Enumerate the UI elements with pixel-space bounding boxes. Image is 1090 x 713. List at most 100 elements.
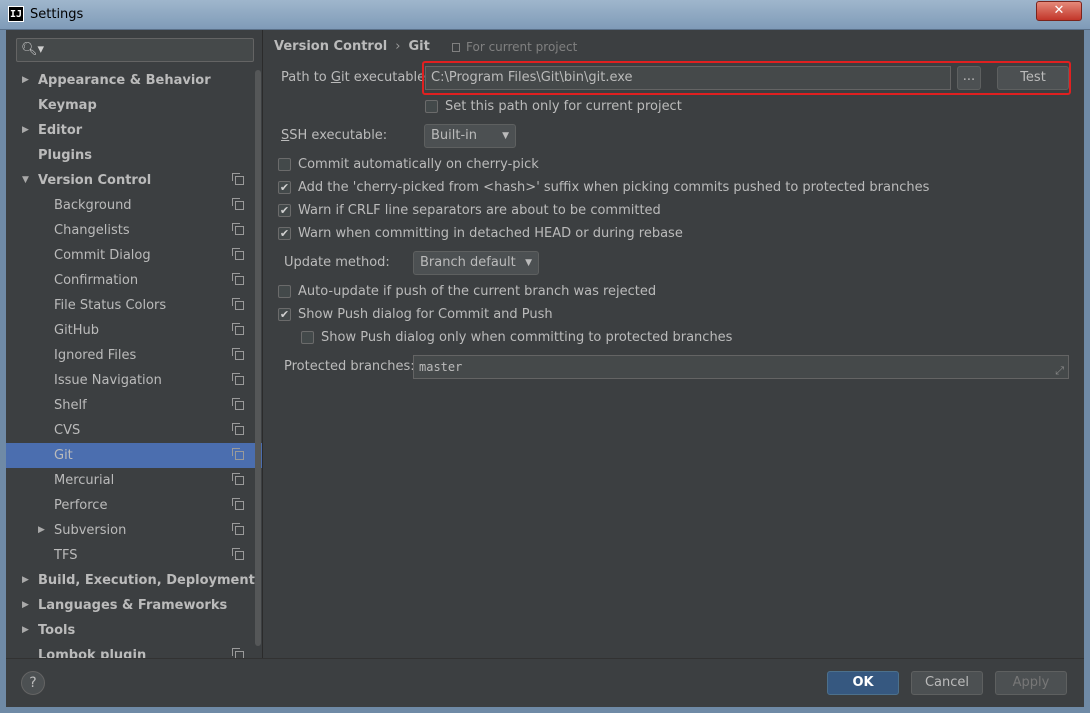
sidebar-item[interactable]: Editor <box>6 118 262 143</box>
chevron-right-icon[interactable] <box>22 568 29 593</box>
sidebar-item[interactable]: Commit Dialog <box>6 243 262 268</box>
option-checkbox[interactable]: ✔ <box>278 227 291 240</box>
settings-search-input[interactable]: 🔍︎▾ <box>16 38 254 62</box>
highlight-annotation <box>422 61 1071 95</box>
chevron-right-icon[interactable] <box>22 618 29 643</box>
ssh-executable-label: SSH executable: <box>281 128 387 143</box>
settings-tree: Appearance & Behavior Keymap Editor Plugins… <box>6 68 262 658</box>
copy-icon <box>232 523 244 535</box>
update-method-value: Branch default <box>420 255 516 270</box>
git-settings-panel: Version Control › Git For current project … <box>264 30 1084 658</box>
sidebar-item[interactable]: Keymap <box>6 93 262 118</box>
sidebar-item[interactable]: Ignored Files <box>6 343 262 368</box>
breadcrumb-separator: › <box>395 39 401 54</box>
chevron-right-icon[interactable] <box>38 518 45 543</box>
option-label: Auto-update if push of the current branc… <box>298 284 657 299</box>
close-window-button[interactable]: ✕ <box>1036 1 1082 21</box>
sidebar-item[interactable]: Background <box>6 193 262 218</box>
breadcrumb-current: Git <box>408 39 430 54</box>
title-bar: IJ Settings ✕ <box>0 0 1090 30</box>
sidebar-item[interactable]: CVS <box>6 418 262 443</box>
copy-icon <box>452 43 460 52</box>
sidebar-item-label: Shelf <box>54 398 87 413</box>
copy-icon <box>232 448 244 460</box>
window-title: Settings <box>30 7 84 22</box>
sidebar-item-label: Lombok plugin <box>38 648 147 658</box>
sidebar-item[interactable]: Plugins <box>6 143 262 168</box>
sidebar-item[interactable]: Mercurial <box>6 468 262 493</box>
sidebar-item[interactable]: Build, Execution, Deployment <box>6 568 262 593</box>
set-path-only-label: Set this path only for current project <box>445 99 682 114</box>
sidebar-item[interactable]: Perforce <box>6 493 262 518</box>
sidebar-item[interactable]: Appearance & Behavior <box>6 68 262 93</box>
sidebar-item[interactable]: Shelf <box>6 393 262 418</box>
copy-icon <box>232 498 244 510</box>
ssh-executable-dropdown[interactable]: Built-in ▼ <box>424 124 516 148</box>
sidebar-item-label: Git <box>54 448 73 463</box>
sidebar-item[interactable]: Languages & Frameworks <box>6 593 262 618</box>
sidebar-item[interactable]: Tools <box>6 618 262 643</box>
project-scope-note-text: For current project <box>466 40 578 54</box>
sidebar-item[interactable]: Lombok plugin <box>6 643 262 658</box>
push-dialog-protected-checkbox[interactable] <box>301 331 314 344</box>
sidebar-item[interactable]: TFS <box>6 543 262 568</box>
git-path-label-prefix: Path to <box>281 70 331 85</box>
protected-branches-label: Protected branches: <box>284 359 415 374</box>
sidebar-item-label: Background <box>54 198 132 213</box>
copy-icon <box>232 223 244 235</box>
ok-button[interactable]: OK <box>827 671 899 695</box>
option-checkbox[interactable]: ✔ <box>278 181 291 194</box>
sidebar-item[interactable]: Confirmation <box>6 268 262 293</box>
chevron-down-icon: ▼ <box>502 131 509 141</box>
set-path-only-checkbox[interactable] <box>425 100 438 113</box>
app-icon: IJ <box>8 6 24 22</box>
sidebar-item-label: Keymap <box>38 98 97 113</box>
apply-button[interactable]: Apply <box>995 671 1067 695</box>
cancel-button[interactable]: Cancel <box>911 671 983 695</box>
copy-icon <box>232 373 244 385</box>
sidebar-item[interactable]: File Status Colors <box>6 293 262 318</box>
help-button[interactable]: ? <box>21 671 45 695</box>
sidebar-item[interactable]: Subversion <box>6 518 262 543</box>
sidebar-item[interactable]: GitHub <box>6 318 262 343</box>
sidebar-item-label: Changelists <box>54 223 130 238</box>
protected-branches-value: master <box>419 360 463 374</box>
chevron-down-icon[interactable] <box>22 168 29 193</box>
copy-icon <box>232 198 244 210</box>
copy-icon <box>232 273 244 285</box>
chevron-right-icon[interactable] <box>22 68 29 93</box>
sidebar-item-label: Mercurial <box>54 473 115 488</box>
sidebar-item[interactable]: Git <box>6 443 262 468</box>
git-path-label: Path to Git executable: <box>281 70 430 85</box>
option-label: Warn when committing in detached HEAD or… <box>298 226 683 241</box>
update-method-dropdown[interactable]: Branch default ▼ <box>413 251 539 275</box>
sidebar-item-label: Appearance & Behavior <box>38 73 211 88</box>
option-checkbox[interactable]: ✔ <box>278 204 291 217</box>
sidebar-item[interactable]: Issue Navigation <box>6 368 262 393</box>
copy-icon <box>232 548 244 560</box>
sidebar-item-label: Version Control <box>38 173 152 188</box>
ssh-label-suffix: SH executable: <box>289 128 388 143</box>
option-checkbox[interactable] <box>278 158 291 171</box>
expand-icon[interactable]: ⤢ <box>1055 360 1064 378</box>
breadcrumb-parent[interactable]: Version Control <box>274 39 387 54</box>
chevron-right-icon[interactable] <box>22 118 29 143</box>
sidebar-item-label: Languages & Frameworks <box>38 598 228 613</box>
sidebar-item[interactable]: Version Control <box>6 168 262 193</box>
option-label: Warn if CRLF line separators are about t… <box>298 203 661 218</box>
copy-icon <box>232 348 244 360</box>
git-path-label-suffix: it executable: <box>340 70 430 85</box>
chevron-right-icon[interactable] <box>22 593 29 618</box>
option-checkbox[interactable]: ✔ <box>278 308 291 321</box>
copy-icon <box>232 423 244 435</box>
sidebar-item-label: File Status Colors <box>54 298 167 313</box>
breadcrumb: Version Control › Git <box>274 39 430 57</box>
sidebar-scrollbar[interactable] <box>255 70 261 646</box>
sidebar-item-label: Ignored Files <box>54 348 137 363</box>
sidebar-item[interactable]: Changelists <box>6 218 262 243</box>
settings-sidebar: 🔍︎▾ Appearance & Behavior Keymap Editor Plu… <box>6 30 263 658</box>
copy-icon <box>232 398 244 410</box>
protected-branches-input[interactable]: master ⤢ <box>413 355 1069 379</box>
option-checkbox[interactable] <box>278 285 291 298</box>
option-label: Commit automatically on cherry-pick <box>298 157 539 172</box>
